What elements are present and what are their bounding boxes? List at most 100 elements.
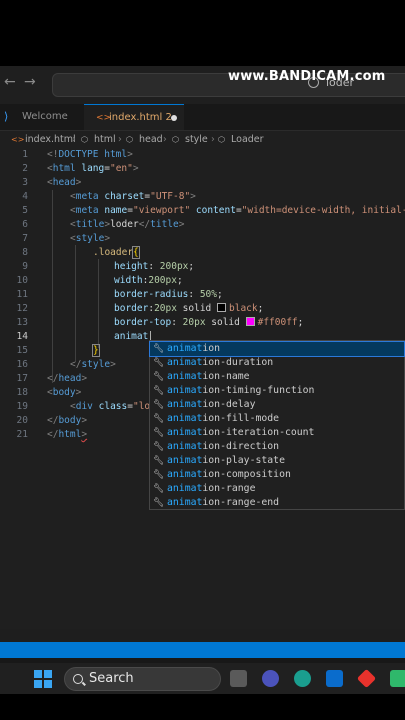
code-line-6: <title>loder</title> (70, 219, 185, 230)
tab-bar: ⟩ Welcome <> index.html 2 (0, 104, 405, 131)
line-number-current: 14 (16, 331, 28, 342)
line-number: 7 (22, 233, 28, 244)
breadcrumb-loader[interactable]: Loader (231, 131, 264, 149)
chevron-right-icon: › (72, 134, 76, 145)
code-line-21: </html> (47, 429, 88, 440)
line-number: 9 (22, 261, 28, 272)
code-line-18: <body> (47, 387, 82, 398)
suggestion-item[interactable]: 🔧︎ animation-duration (150, 356, 404, 370)
line-number: 15 (16, 345, 28, 356)
code-line-19: <div class="lo (70, 401, 151, 412)
color-swatch-magenta[interactable] (245, 317, 255, 326)
class-icon: ⬡ (218, 135, 225, 144)
taskbar-search[interactable]: Search (64, 667, 221, 691)
wrench-icon: 🔧︎ (153, 428, 165, 438)
code-line-16: </style> (70, 359, 116, 370)
line-number: 5 (22, 205, 28, 216)
indent-guide (98, 259, 99, 348)
code-line-3: <head> (47, 177, 82, 188)
line-number: 6 (22, 219, 28, 230)
wrench-icon: 🔧︎ (153, 470, 165, 480)
tab-welcome[interactable]: ⟩ Welcome (0, 104, 84, 130)
code-line-10: width:200px; (114, 275, 183, 286)
code-line-5: <meta name="viewport" content="width=dev… (70, 205, 405, 216)
line-number: 12 (16, 303, 28, 314)
wrench-icon: 🔧︎ (153, 372, 165, 382)
code-line-2: <html lang="en"> (47, 163, 139, 174)
line-number: 1 (22, 149, 28, 160)
wrench-icon: 🔧︎ (153, 344, 165, 354)
suggestion-item[interactable]: 🔧︎ animation-fill-mode (150, 412, 404, 426)
tab-index-label: index.html 2 (109, 112, 172, 123)
breadcrumb-head[interactable]: head (139, 131, 163, 149)
line-number: 21 (16, 429, 28, 440)
color-swatch-black[interactable] (217, 303, 226, 312)
html-file-icon: <> (11, 135, 25, 144)
suggestion-item[interactable]: 🔧︎ animation-timing-function (150, 384, 404, 398)
app-icon[interactable] (356, 668, 377, 689)
element-icon: ⬡ (81, 135, 88, 144)
suggestion-item[interactable]: 🔧︎ animation-delay (150, 398, 404, 412)
line-number: 10 (16, 275, 28, 286)
line-number: 18 (16, 387, 28, 398)
line-number: 4 (22, 191, 28, 202)
code-line-12: border:20px solid black; (114, 303, 264, 314)
wrench-icon: 🔧︎ (153, 414, 165, 424)
breadcrumb-file[interactable]: index.html (25, 131, 76, 149)
code-line-20: </body> (47, 415, 88, 426)
code-line-9: height: 200px; (114, 261, 195, 272)
breadcrumb-html[interactable]: html (94, 131, 116, 149)
line-number: 2 (22, 163, 28, 174)
chevron-right-icon: › (118, 134, 122, 145)
windows-start-icon[interactable] (34, 670, 52, 688)
suggestion-item[interactable]: 🔧︎ animation-composition (150, 468, 404, 482)
chevron-right-icon: › (163, 134, 167, 145)
code-line-7: <style> (70, 233, 111, 244)
indent-guide (75, 245, 76, 362)
line-number: 3 (22, 177, 28, 188)
tab-welcome-label: Welcome (22, 111, 68, 122)
wrench-icon: 🔧︎ (153, 484, 165, 494)
wrench-icon: 🔧︎ (153, 456, 165, 466)
search-icon (73, 674, 83, 684)
line-number: 13 (16, 317, 28, 328)
suggestion-item[interactable]: 🔧︎ animation-range (150, 482, 404, 496)
vscode-logo-icon: ⟩ (4, 110, 9, 123)
suggestion-item[interactable]: 🔧︎ animation-direction (150, 440, 404, 454)
store-icon[interactable] (326, 670, 343, 687)
wrench-icon: 🔧︎ (153, 358, 165, 368)
line-number: 8 (22, 247, 28, 258)
code-line-17: </head> (47, 373, 88, 384)
unsaved-dot-icon[interactable] (171, 115, 177, 121)
suggestion-item[interactable]: 🔧︎ animation-play-state (150, 454, 404, 468)
tab-index-html[interactable]: <> index.html 2 (84, 104, 184, 130)
line-number: 19 (16, 401, 28, 412)
code-line-13: border-top: 20px solid #ff00ff; (114, 317, 304, 328)
breadcrumb: <> index.html › ⬡ html › ⬡ head › ⬡ styl… (0, 131, 405, 149)
back-arrow-icon[interactable]: ← (4, 74, 16, 90)
line-number: 16 (16, 359, 28, 370)
suggestion-item[interactable]: 🔧︎ animation-name (150, 370, 404, 384)
wrench-icon: 🔧︎ (153, 442, 165, 452)
element-icon: ⬡ (172, 135, 179, 144)
vscode-window: ← → loder www.BANDICAM.com ⟩ Welcome <> … (0, 66, 405, 694)
wrench-icon: 🔧︎ (153, 386, 165, 396)
indent-guide (52, 190, 53, 383)
app-icon[interactable] (390, 670, 405, 687)
teams-icon[interactable] (262, 670, 279, 687)
suggestion-item[interactable]: 🔧︎ animation (149, 341, 405, 357)
task-view-icon[interactable] (230, 670, 247, 687)
code-line-11: border-radius: 50%; (114, 289, 223, 300)
line-number: 20 (16, 415, 28, 426)
breadcrumb-style[interactable]: style (185, 131, 208, 149)
code-line-1: <!DOCTYPE html> (47, 149, 133, 160)
suggestion-item[interactable]: 🔧︎ animation-range-end (150, 496, 404, 510)
element-icon: ⬡ (126, 135, 133, 144)
wrench-icon: 🔧︎ (153, 498, 165, 508)
edge-icon[interactable] (294, 670, 311, 687)
suggestion-item[interactable]: 🔧︎ animation-iteration-count (150, 426, 404, 440)
forward-arrow-icon[interactable]: → (24, 74, 36, 90)
code-line-8: .loader{ (93, 246, 140, 259)
chevron-right-icon: › (211, 134, 215, 145)
taskbar-search-label: Search (89, 671, 134, 686)
